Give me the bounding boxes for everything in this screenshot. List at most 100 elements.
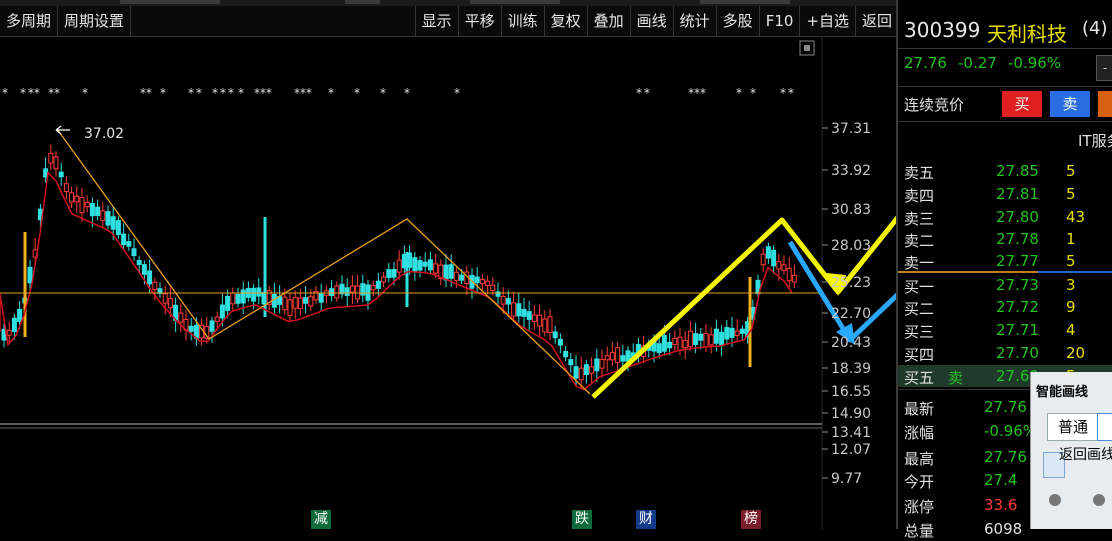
candle-body [225,295,231,311]
signal-star: * [328,86,334,100]
ask-row: 卖二 27.78 1 [898,228,1112,250]
dot-tool-icon[interactable] [1093,494,1105,506]
candle-body [422,261,428,267]
stock-name[interactable]: 天利科技 [987,18,1067,47]
signal-star: * [238,86,244,100]
toolbar-button[interactable]: 训练 [500,6,544,36]
toolbar-button[interactable]: F10 [758,6,800,36]
more-button[interactable]: - [1096,55,1112,81]
toolbar-button[interactable]: 统计 [672,6,716,36]
chart-config-icon-inner [804,45,810,51]
candle-body [474,276,480,284]
dot-tool-icon[interactable] [1049,494,1061,506]
stat-value: 27.4 [984,471,1018,489]
toolbar-button[interactable]: 周期设置 [58,6,132,36]
candle-body [687,330,693,347]
candle-body [453,271,459,281]
candle-body [48,152,54,164]
signal-star: * [82,86,88,100]
toolbar-button[interactable]: 返回 [854,6,898,36]
last-price: 27.76 [904,54,947,72]
candle-body [334,285,340,299]
level-name: 买三 [904,323,935,341]
ask-row: 卖四 27.81 5 [898,183,1112,205]
signal-star: * [644,86,650,100]
tab-normal[interactable]: 普通 [1047,413,1099,441]
candle-body [214,316,220,322]
order-button[interactable] [1098,91,1112,117]
candle-body [287,299,293,316]
stat-name: 最高 [904,450,935,468]
candle-body [240,289,246,304]
candle-body [739,328,745,334]
candle-body [578,367,584,381]
level-price: 27.71 [996,321,1039,339]
candle-body [791,274,797,283]
candle-body [386,269,392,279]
candle-body [661,335,667,352]
signal-star: * [160,86,166,100]
bid-row: 买二 27.72 9 [898,296,1112,318]
candle-body [417,260,423,271]
level-volume: 1 [1066,230,1076,248]
high-marker-label: 37.02 [84,126,124,142]
toolbar-button[interactable]: 多股 [715,6,759,36]
signal-star: * [220,86,226,100]
event-badge[interactable]: 减 [311,510,331,529]
signal-star: * [212,86,218,100]
stock-code: 300399 [904,18,981,42]
candle-body [599,358,605,369]
signal-star: * [146,86,152,100]
price-change: -0.27 [958,54,997,72]
level-volume: 20 [1066,344,1086,362]
candle-body [479,279,485,285]
candle-body [178,312,184,323]
candle-body [79,197,85,214]
toolbar-button[interactable]: 叠加 [586,6,630,36]
axis-label: 33.92 [831,163,871,179]
candle-body [141,264,147,275]
toolbar-button[interactable]: 复权 [543,6,587,36]
return-draw-link[interactable]: 返回画线 [1059,444,1112,464]
axis-label: 28.03 [831,238,871,254]
axis-label: 25.23 [831,275,871,291]
candle-body [412,257,418,272]
level-name: 卖一 [904,254,935,272]
candle-body [89,203,95,217]
signal-star: * [354,86,360,100]
toolbar-right-group: 显示 平移 训练 复权 叠加 画线 统计 多股 F10 +自选 返回 [414,6,898,36]
toolbar-button[interactable]: 画线 [629,6,673,36]
candle-body [84,201,90,208]
buy-button[interactable]: 买 [1002,91,1042,117]
candle-body [433,263,439,274]
candle-body [95,206,101,216]
event-badge[interactable]: 榜 [741,510,761,529]
toolbar-button[interactable]: 显示 [414,6,458,36]
event-badge[interactable]: 跌 [572,510,592,529]
toolbar-button[interactable]: +自选 [799,6,855,36]
candle-body [448,264,454,279]
stat-value: 33.6 [984,496,1018,514]
signal-star: * [404,86,410,100]
axis-label: 18.39 [831,361,871,377]
tab-smart[interactable] [1097,413,1112,441]
candle-body [167,298,173,309]
axis-label: 9.77 [831,471,862,487]
ask-row: 卖五 27.85 5 [898,160,1112,182]
candle-body [604,355,610,361]
candle-body [682,339,688,349]
candle-body [511,302,517,317]
kline-chart[interactable]: * * * * * * * * * * * * * * * * * * * * * * * * * * * * * * * * * * * * 37.… [0,37,896,529]
signal-star: * [20,86,26,100]
event-badge[interactable]: 财 [636,510,656,529]
axis-label: 13.41 [831,425,871,441]
toolbar-button[interactable]: 多周期 [0,6,59,36]
signal-star: * [736,86,742,100]
candle-body [121,233,127,246]
signal-star: * [34,86,40,100]
candle-body [396,259,402,273]
sell-button[interactable]: 卖 [1050,91,1090,117]
level-tag: 卖 [948,369,964,387]
level-name: 卖五 [904,164,935,182]
toolbar-button[interactable]: 平移 [457,6,501,36]
